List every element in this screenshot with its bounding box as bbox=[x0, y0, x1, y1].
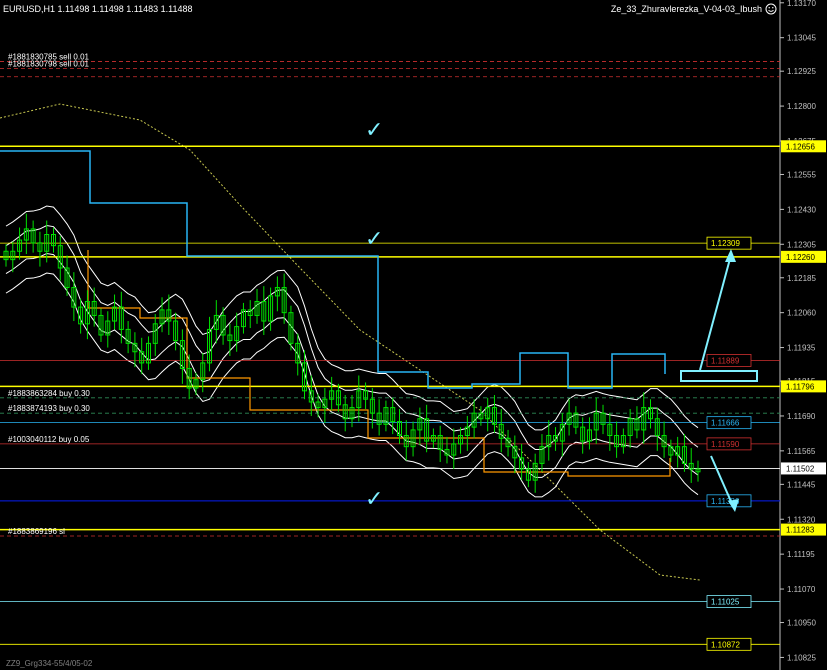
price-tick-label: 1.12555 bbox=[787, 170, 816, 179]
price-tick-label: 1.11565 bbox=[787, 447, 816, 456]
price-tick-label: 1.12925 bbox=[787, 67, 816, 76]
chart-background bbox=[0, 0, 827, 670]
price-level-axis-label: 1.11283 bbox=[786, 526, 815, 535]
price-tick-label: 1.11195 bbox=[787, 550, 815, 559]
price-tick-label: 1.11320 bbox=[787, 515, 816, 524]
chart-window[interactable]: #1881830785 sell 0.01 #1881830798 sell 0.… bbox=[0, 0, 827, 670]
current-price-label: 1.11502 bbox=[786, 464, 815, 473]
price-tick-label: 1.10825 bbox=[787, 653, 816, 662]
price-tick-label: 1.13045 bbox=[787, 34, 816, 43]
checkmark-middle: ✓ bbox=[365, 227, 383, 252]
price-level-tag-label: 1.10872 bbox=[711, 640, 740, 649]
price-tick-label: 1.11445 bbox=[787, 480, 816, 489]
order-label: #1883874193 buy 0.30 bbox=[8, 404, 90, 413]
symbol-info-text: EURUSD,H1 1.11498 1.11498 1.11483 1.1148… bbox=[3, 4, 192, 14]
order-label: #1883863284 buy 0.30 bbox=[8, 389, 90, 398]
order-label: #1881830798 sell 0.01 bbox=[8, 59, 90, 68]
price-tick-label: 1.12800 bbox=[787, 102, 816, 111]
checkmark-bottom: ✓ bbox=[365, 487, 383, 512]
checkmark-top: ✓ bbox=[365, 118, 383, 143]
price-tick-label: 1.12430 bbox=[787, 205, 816, 214]
price-tick-label: 1.12060 bbox=[787, 309, 816, 318]
price-chart[interactable]: #1881830785 sell 0.01#1881830798 sell 0.… bbox=[0, 0, 827, 670]
price-level-axis-label: 1.11796 bbox=[786, 382, 815, 391]
price-level-tag-label: 1.11025 bbox=[711, 598, 740, 607]
price-tick-label: 1.13170 bbox=[787, 0, 816, 8]
price-tick-label: 1.11935 bbox=[787, 344, 816, 353]
price-level-tag-label: 1.11889 bbox=[711, 356, 740, 365]
order-label: #1003040112 buy 0.05 bbox=[8, 435, 90, 444]
price-level-tag-label: 1.12309 bbox=[711, 239, 740, 248]
footer-text: ZZ9_Grg334-55/4/05-02 bbox=[6, 659, 93, 668]
price-tick-label: 1.11690 bbox=[787, 412, 816, 421]
price-tick-label: 1.12305 bbox=[787, 240, 816, 249]
order-label: #1883869196 sl bbox=[8, 527, 65, 536]
price-level-axis-label: 1.12260 bbox=[786, 253, 815, 262]
price-tick-label: 1.10950 bbox=[787, 619, 816, 628]
price-tick-label: 1.11070 bbox=[787, 585, 816, 594]
price-tick-label: 1.12185 bbox=[787, 274, 816, 283]
price-level-axis-label: 1.12656 bbox=[786, 142, 815, 151]
expert-name-text: Ze_33_Zhuravlerezka_V-04-03_Ibush bbox=[611, 4, 762, 14]
price-level-tag-label: 1.11590 bbox=[711, 440, 740, 449]
price-level-tag-label: 1.11666 bbox=[711, 419, 740, 428]
